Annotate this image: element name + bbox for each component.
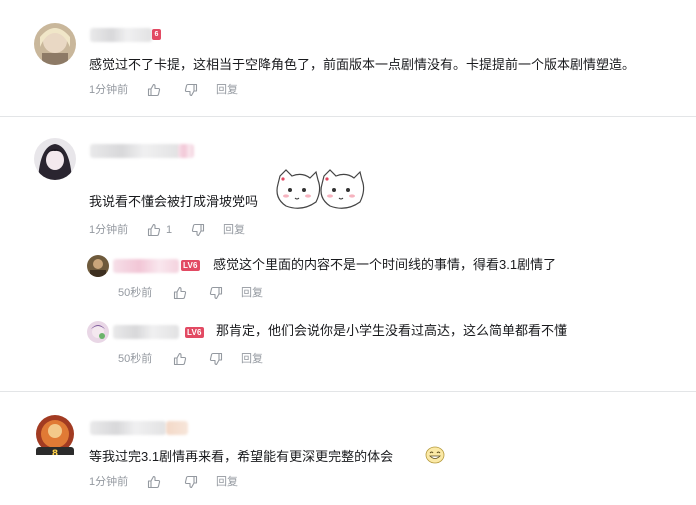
username-blurred[interactable]: [90, 28, 152, 42]
reply-button[interactable]: 回复: [223, 222, 245, 238]
level-badge: LV6: [185, 327, 204, 338]
reply-text: 感觉这个里面的内容不是一个时间线的事情，得看3.1剧情了: [213, 257, 557, 272]
comment-meta: 1分钟前 回复: [89, 82, 289, 98]
level-badge: LV6: [181, 260, 200, 271]
username-blurred[interactable]: [90, 144, 180, 158]
like-icon[interactable]: [173, 286, 187, 300]
level-badge: 6: [152, 29, 161, 40]
divider: [0, 116, 696, 117]
reply-button[interactable]: 回复: [216, 474, 238, 490]
divider: [0, 391, 696, 392]
like-icon[interactable]: [147, 83, 161, 97]
reply-username-blurred[interactable]: [113, 259, 179, 273]
svg-text:8: 8: [52, 449, 58, 455]
comment-text: 等我过完3.1剧情再来看，希望能有更深更完整的体会: [89, 449, 394, 464]
comment-meta: 1分钟前 回复: [89, 474, 289, 490]
like-icon[interactable]: [173, 352, 187, 366]
reply-button[interactable]: 回复: [216, 82, 238, 98]
username-blurred-tail: [178, 144, 194, 158]
comment-meta: 1分钟前 1 回复: [89, 222, 289, 238]
reply-username-blurred[interactable]: [113, 325, 179, 339]
reply-button[interactable]: 回复: [241, 285, 263, 301]
comment-text: 我说看不懂会被打成滑坡党吗: [89, 194, 259, 209]
dislike-icon[interactable]: [191, 223, 205, 237]
reply-time: 50秒前: [118, 287, 153, 299]
reply-text: 那肯定，他们会说你是小学生没看过高达，这么简单都看不懂: [216, 323, 568, 338]
comment-time: 1分钟前: [89, 476, 129, 488]
avatar[interactable]: [34, 138, 76, 180]
like-icon[interactable]: [147, 223, 161, 237]
comment-time: 1分钟前: [89, 84, 129, 96]
like-icon[interactable]: [147, 475, 161, 489]
sticker-emote: [272, 168, 368, 219]
reply-avatar[interactable]: [87, 255, 109, 277]
username-blurred-tail: [166, 421, 188, 435]
comment-time: 1分钟前: [89, 224, 129, 236]
reply-avatar[interactable]: [87, 321, 109, 343]
reply-meta: 50秒前 回复: [118, 351, 318, 367]
reply-button[interactable]: 回复: [241, 351, 263, 367]
dislike-icon[interactable]: [184, 83, 198, 97]
reply-time: 50秒前: [118, 353, 153, 365]
dislike-icon[interactable]: [184, 475, 198, 489]
reply-meta: 50秒前 回复: [118, 285, 318, 301]
dislike-icon[interactable]: [209, 352, 223, 366]
like-count: 1: [166, 224, 173, 236]
comment-text: 感觉过不了卡提，这相当于空降角色了，前面版本一点剧情没有。卡提提前一个版本剧情塑…: [89, 57, 636, 72]
avatar[interactable]: [34, 23, 76, 65]
username-blurred[interactable]: [90, 421, 166, 435]
avatar[interactable]: 8: [34, 413, 76, 455]
dislike-icon[interactable]: [209, 286, 223, 300]
smile-emoji: [425, 446, 445, 469]
